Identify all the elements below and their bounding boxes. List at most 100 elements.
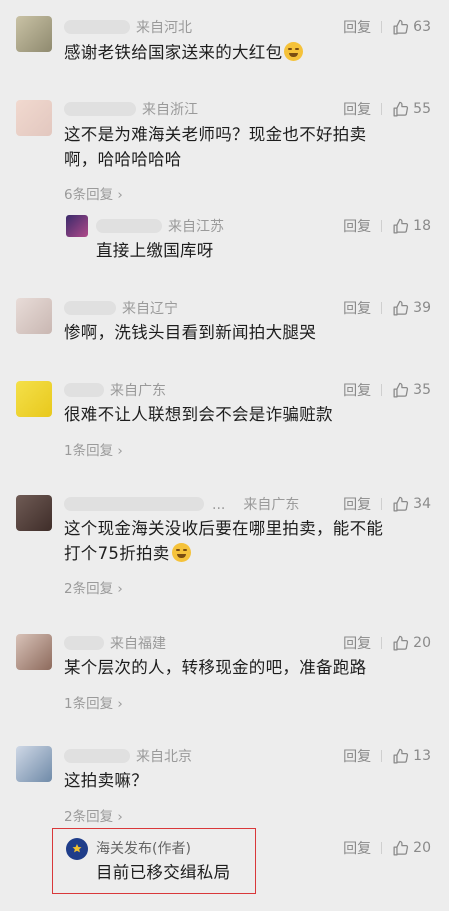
- divider: [381, 220, 383, 232]
- like-count: 55: [413, 101, 431, 117]
- blurred-username: [64, 749, 130, 763]
- avatar[interactable]: [16, 746, 52, 782]
- thumb-up-icon: [393, 840, 409, 856]
- location-label: 来自辽宁: [122, 301, 178, 317]
- like-button[interactable]: 39: [392, 300, 431, 317]
- laughing-emoji-icon: [171, 543, 191, 562]
- thumb-up-icon: [393, 635, 409, 651]
- like-count: 35: [413, 382, 431, 398]
- comment-author[interactable]: 来自北京: [64, 746, 192, 766]
- customs-emblem-icon: [72, 844, 82, 853]
- comment-text-line: 这不是为难海关老师吗？现金也不好拍卖: [64, 125, 367, 144]
- comment-actions: 回复 20: [343, 633, 431, 653]
- reply-button[interactable]: 回复: [343, 838, 371, 858]
- divider: [381, 637, 383, 649]
- reply-button[interactable]: 回复: [343, 17, 371, 37]
- divider: [381, 302, 383, 314]
- comment-actions: 回复 39: [343, 298, 431, 318]
- reply-actions: 回复 20: [343, 838, 431, 858]
- thumb-up-icon: [393, 748, 409, 764]
- like-count: 20: [413, 840, 431, 856]
- comment-text-content: 感谢老铁给国家送来的大红包: [64, 43, 283, 62]
- comment-text-line: 打个75折拍卖: [64, 541, 424, 566]
- like-button[interactable]: 18: [392, 218, 431, 235]
- avatar[interactable]: [16, 16, 52, 52]
- view-replies-link[interactable]: 6条回复 ›: [64, 183, 123, 203]
- reply-button[interactable]: 回复: [343, 633, 371, 653]
- view-replies-link[interactable]: 2条回复 ›: [64, 805, 123, 825]
- like-button[interactable]: 34: [392, 496, 431, 513]
- avatar[interactable]: [16, 381, 52, 417]
- like-count: 20: [413, 635, 431, 651]
- comment-text-line: 这个现金海关没收后要在哪里拍卖，能不能: [64, 519, 384, 538]
- comment-author[interactable]: 来自河北: [64, 17, 192, 37]
- view-replies-link[interactable]: 2条回复 ›: [64, 577, 123, 597]
- reply-author[interactable]: 海关发布(作者): [96, 838, 191, 858]
- blurred-username: [96, 219, 162, 233]
- comment-text: 某个层次的人，转移现金的吧，准备跑路: [64, 658, 367, 677]
- location-label: 来自江苏: [168, 219, 224, 235]
- location-label: 来自河北: [136, 20, 192, 36]
- reply-author[interactable]: 来自江苏: [96, 216, 224, 236]
- comment-actions: 回复 35: [343, 380, 431, 400]
- avatar[interactable]: [16, 100, 52, 136]
- comment-text: 惨啊，洗钱头目看到新闻拍大腿哭: [64, 323, 316, 342]
- comment-author[interactable]: 来自浙江: [64, 99, 198, 119]
- avatar[interactable]: [16, 298, 52, 334]
- comment-text: 感谢老铁给国家送来的大红包: [64, 40, 424, 65]
- blurred-username: [64, 20, 130, 34]
- comment-text-content: 打个75折拍卖: [64, 544, 170, 563]
- like-count: 34: [413, 496, 431, 512]
- blurred-username: [64, 102, 136, 116]
- divider: [381, 750, 383, 762]
- thumb-up-icon: [393, 218, 409, 234]
- comment-author[interactable]: 来自辽宁: [64, 298, 178, 318]
- comment-author[interactable]: 来自福建: [64, 633, 166, 653]
- comment-actions: 回复 63: [343, 17, 431, 37]
- divider: [381, 103, 383, 115]
- avatar[interactable]: [16, 634, 52, 670]
- divider: [381, 384, 383, 396]
- laughing-emoji-icon: [284, 42, 304, 61]
- like-button[interactable]: 35: [392, 382, 431, 399]
- like-count: 13: [413, 748, 431, 764]
- like-count: 39: [413, 300, 431, 316]
- location-label: 来自浙江: [142, 102, 198, 118]
- reply-button[interactable]: 回复: [343, 298, 371, 318]
- comment-actions: 回复 55: [343, 99, 431, 119]
- view-replies-link[interactable]: 1条回复 ›: [64, 692, 123, 712]
- view-replies-link[interactable]: 1条回复 ›: [64, 439, 123, 459]
- reply-button[interactable]: 回复: [343, 746, 371, 766]
- divider: [381, 842, 383, 854]
- comment-text-line: 啊，哈哈哈哈哈: [64, 150, 182, 169]
- blurred-username: [64, 383, 104, 397]
- thumb-up-icon: [393, 382, 409, 398]
- reply-text: 直接上缴国库呀: [96, 241, 214, 260]
- reply-actions: 回复 18: [343, 216, 431, 236]
- thumb-up-icon: [393, 101, 409, 117]
- like-count: 18: [413, 218, 431, 234]
- reply-button[interactable]: 回复: [343, 380, 371, 400]
- reply-button[interactable]: 回复: [343, 494, 371, 514]
- blurred-username: [64, 301, 116, 315]
- comment-text: 这拍卖嘛？: [64, 771, 148, 790]
- like-button[interactable]: 20: [392, 635, 431, 652]
- comment-text: 很难不让人联想到会不会是诈骗赃款: [64, 405, 333, 424]
- like-button[interactable]: 55: [392, 101, 431, 118]
- comment-author[interactable]: ... 来自广东: [64, 494, 299, 514]
- comment-author[interactable]: 来自广东: [64, 380, 166, 400]
- like-button[interactable]: 13: [392, 748, 431, 765]
- reply-button[interactable]: 回复: [343, 99, 371, 119]
- like-count: 63: [413, 19, 431, 35]
- blurred-username: [64, 497, 204, 511]
- location-label: 来自福建: [110, 636, 166, 652]
- like-button[interactable]: 63: [392, 19, 431, 36]
- avatar[interactable]: [16, 495, 52, 531]
- comment-text: 这不是为难海关老师吗？现金也不好拍卖 啊，哈哈哈哈哈: [64, 122, 424, 172]
- avatar[interactable]: [66, 838, 88, 860]
- thumb-up-icon: [393, 496, 409, 512]
- reply-button[interactable]: 回复: [343, 216, 371, 236]
- avatar[interactable]: [66, 215, 88, 237]
- divider: [381, 21, 383, 33]
- like-button[interactable]: 20: [392, 840, 431, 857]
